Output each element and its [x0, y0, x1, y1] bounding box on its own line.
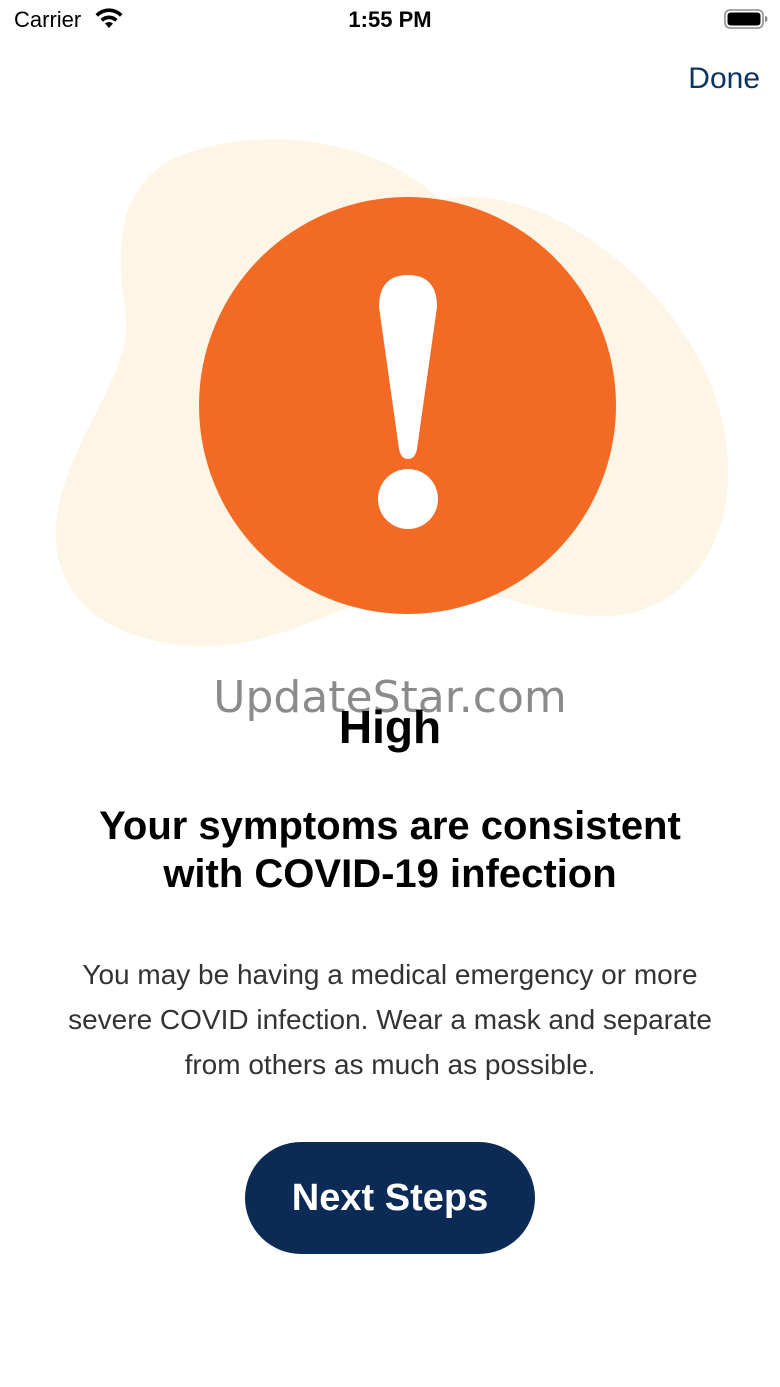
- result-headline: Your symptoms are consistent with COVID-…: [99, 804, 681, 896]
- status-bar: Carrier 1:55 PM: [0, 0, 780, 40]
- risk-level-title: High: [338, 701, 442, 753]
- done-button[interactable]: Done: [688, 62, 760, 96]
- battery-icon: [724, 9, 768, 29]
- exclamation-alert-icon: [199, 197, 616, 614]
- status-time: 1:55 PM: [348, 7, 432, 32]
- next-steps-button[interactable]: Next Steps: [245, 1142, 535, 1254]
- screen: Carrier 1:55 PM Done UpdateStar.com High…: [0, 0, 780, 1387]
- result-description: You may be having a medical emergency or…: [68, 959, 712, 1080]
